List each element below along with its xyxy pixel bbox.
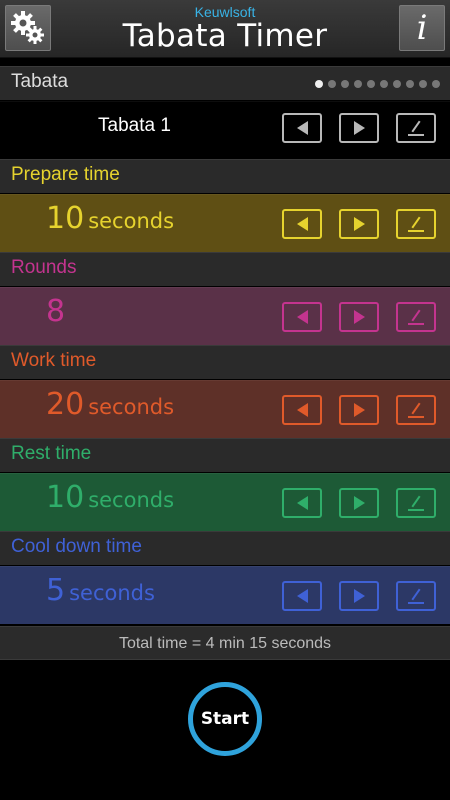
work-time-edit-button[interactable] bbox=[396, 395, 436, 425]
cool-down-time-header: Cool down time bbox=[0, 531, 450, 565]
rounds-label: Rounds bbox=[11, 257, 77, 278]
rest-time-row: 10 seconds bbox=[0, 473, 450, 531]
left-arrow-icon bbox=[296, 310, 308, 324]
rounds-edit-button[interactable] bbox=[396, 302, 436, 332]
cool-down-time-value: 5 seconds bbox=[46, 573, 155, 608]
work-time-increase-button[interactable] bbox=[339, 395, 379, 425]
info-icon: i bbox=[416, 8, 428, 48]
page-dot[interactable] bbox=[328, 80, 336, 88]
cool-down-time-row: 5 seconds bbox=[0, 566, 450, 624]
work-time-header: Work time bbox=[0, 345, 450, 379]
cool-down-time-edit-button[interactable] bbox=[396, 581, 436, 611]
right-arrow-icon bbox=[353, 496, 365, 510]
rounds-value: 8 bbox=[46, 294, 65, 329]
preset-row: Tabata 1 bbox=[0, 101, 450, 153]
work-time-value: 20 seconds bbox=[46, 387, 174, 422]
page-indicator[interactable] bbox=[315, 80, 440, 88]
pencil-icon bbox=[406, 494, 426, 512]
page-dot[interactable] bbox=[393, 80, 401, 88]
work-time-decrease-button[interactable] bbox=[282, 395, 322, 425]
rounds-number: 8 bbox=[46, 294, 66, 329]
right-arrow-icon bbox=[353, 403, 365, 417]
left-arrow-icon bbox=[296, 217, 308, 231]
prepare-time-row: 10 seconds bbox=[0, 194, 450, 252]
left-arrow-icon bbox=[296, 589, 308, 603]
rest-time-unit: seconds bbox=[88, 488, 175, 512]
preset-prev-button[interactable] bbox=[282, 113, 322, 143]
pencil-icon bbox=[406, 215, 426, 233]
page-dot[interactable] bbox=[432, 80, 440, 88]
rounds-header: Rounds bbox=[0, 252, 450, 286]
app-title: Tabata Timer bbox=[122, 18, 328, 54]
work-time-unit: seconds bbox=[88, 395, 175, 419]
prepare-time-label: Prepare time bbox=[11, 164, 120, 185]
rounds-increase-button[interactable] bbox=[339, 302, 379, 332]
left-arrow-icon bbox=[296, 403, 308, 417]
preset-edit-button[interactable] bbox=[396, 113, 436, 143]
page-dot[interactable] bbox=[406, 80, 414, 88]
prepare-time-decrease-button[interactable] bbox=[282, 209, 322, 239]
preset-section-label: Tabata bbox=[11, 71, 69, 92]
rest-time-number: 10 bbox=[46, 480, 85, 515]
pencil-icon bbox=[406, 401, 426, 419]
rest-time-value: 10 seconds bbox=[46, 480, 174, 515]
work-time-label: Work time bbox=[11, 350, 97, 371]
cool-down-time-number: 5 bbox=[46, 573, 66, 608]
pencil-icon bbox=[406, 587, 426, 605]
right-arrow-icon bbox=[353, 589, 365, 603]
page-dot[interactable] bbox=[380, 80, 388, 88]
total-time-text: Total time = 4 min 15 seconds bbox=[0, 626, 450, 660]
left-arrow-icon bbox=[296, 121, 308, 135]
page-dot[interactable] bbox=[354, 80, 362, 88]
app-header: Keuwlsoft Tabata Timer i bbox=[0, 0, 450, 58]
pencil-icon bbox=[406, 119, 426, 137]
cool-down-time-increase-button[interactable] bbox=[339, 581, 379, 611]
cool-down-time-unit: seconds bbox=[69, 581, 155, 605]
prepare-time-increase-button[interactable] bbox=[339, 209, 379, 239]
right-arrow-icon bbox=[353, 121, 365, 135]
cool-down-time-label: Cool down time bbox=[11, 536, 142, 557]
rest-time-label: Rest time bbox=[11, 443, 92, 464]
prepare-time-edit-button[interactable] bbox=[396, 209, 436, 239]
work-time-row: 20 seconds bbox=[0, 380, 450, 438]
right-arrow-icon bbox=[353, 310, 365, 324]
start-button[interactable]: Start bbox=[188, 682, 262, 756]
rest-time-decrease-button[interactable] bbox=[282, 488, 322, 518]
page-dot[interactable] bbox=[367, 80, 375, 88]
pencil-icon bbox=[406, 308, 426, 326]
preset-name: Tabata 1 bbox=[98, 115, 171, 136]
rest-time-header: Rest time bbox=[0, 438, 450, 472]
work-time-number: 20 bbox=[46, 387, 85, 422]
page-dot[interactable] bbox=[419, 80, 427, 88]
prepare-time-header: Prepare time bbox=[0, 159, 450, 193]
page-dot[interactable] bbox=[315, 80, 323, 88]
prepare-time-value: 10 seconds bbox=[46, 201, 174, 236]
prepare-time-unit: seconds bbox=[88, 209, 175, 233]
preset-next-button[interactable] bbox=[339, 113, 379, 143]
info-button[interactable]: i bbox=[399, 5, 445, 51]
left-arrow-icon bbox=[296, 496, 308, 510]
page-dot[interactable] bbox=[341, 80, 349, 88]
rest-time-increase-button[interactable] bbox=[339, 488, 379, 518]
rounds-decrease-button[interactable] bbox=[282, 302, 322, 332]
right-arrow-icon bbox=[353, 217, 365, 231]
rest-time-edit-button[interactable] bbox=[396, 488, 436, 518]
cool-down-time-decrease-button[interactable] bbox=[282, 581, 322, 611]
preset-section-header: Tabata bbox=[0, 66, 450, 100]
rounds-row: 8 bbox=[0, 287, 450, 345]
prepare-time-number: 10 bbox=[46, 201, 85, 236]
